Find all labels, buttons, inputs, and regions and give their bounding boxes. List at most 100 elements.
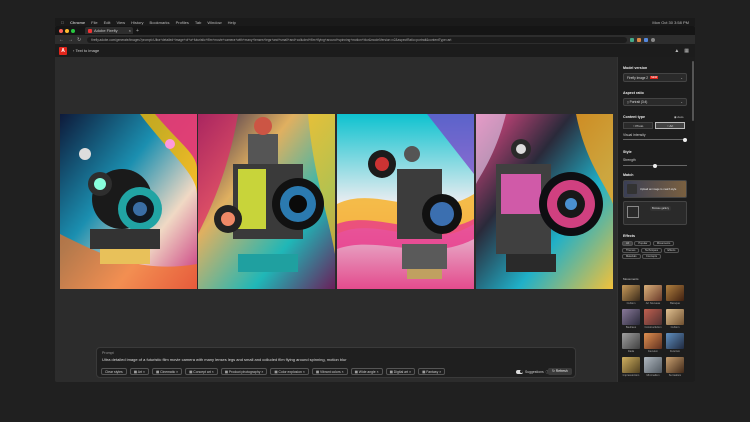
breadcrumb-label[interactable]: Text to image [75,48,99,53]
effect-thumb[interactable]: Futurism [666,333,684,353]
effect-thumb[interactable]: Bauhaus [622,309,640,329]
photo-option[interactable]: ○ Photo [623,122,653,129]
clear-styles-chip[interactable]: Clear styles [101,368,127,375]
menu-view[interactable]: View [116,20,125,25]
chip-label: Fantasy [426,370,439,374]
effect-thumb-label: Impressionism [622,374,640,377]
effect-thumb-image [666,333,684,349]
style-chip[interactable]: ▦ Art × [129,368,149,375]
chip-label: Cinematic [160,370,176,374]
effect-thumb[interactable]: Art Nouveau [644,285,662,305]
aspect-ratio-select[interactable]: ▯ Portrait (3:4) ⌄ [623,98,687,106]
suggestions-label: Suggestions [525,369,544,374]
profile-avatar[interactable] [651,37,656,42]
generated-image-2[interactable] [198,114,335,289]
back-icon[interactable]: ← [59,37,64,43]
effect-thumb[interactable]: Cubism [666,309,684,329]
extension-icon[interactable] [637,37,642,42]
photo-label: Photo [635,124,644,128]
url-input[interactable]: firefly.adobe.com/generate/images?prompt… [87,36,628,43]
effects-tab[interactable]: Techniques [640,247,662,253]
effect-thumb-label: Surrealism [668,374,682,377]
menu-chrome[interactable]: Chrome [70,20,85,25]
style-chip[interactable]: ▦ Fantasy × [418,368,446,375]
model-version-select[interactable]: Firefly Image 2 NEW ⌄ [623,73,687,82]
effect-thumb[interactable]: Minimalism [644,357,662,377]
generated-image-1[interactable] [60,114,197,289]
effects-tab[interactable]: Concepts [642,254,661,259]
extension-icon[interactable] [630,37,635,42]
close-window-button[interactable] [59,28,63,33]
prompt-input[interactable]: Ultra detailed image of a futuristic fil… [102,357,347,362]
zoom-window-button[interactable] [71,28,75,33]
match-upload-box[interactable]: Browse gallery [623,201,687,225]
minimize-window-button[interactable] [65,28,69,33]
menu-help[interactable]: Help [228,20,236,25]
menu-window[interactable]: Window [207,20,221,25]
prompt-bar: Prompt Ultra detailed image of a futuris… [96,347,576,378]
effects-tab[interactable]: Movements [652,241,675,246]
style-chip[interactable]: ▦ Vibrant colors × [311,368,348,375]
image-icon [627,184,637,194]
extension-icon[interactable] [644,37,649,42]
style-chip[interactable]: ▦ Cinematic × [151,368,183,375]
menubar-clock[interactable]: Mon Oct 30 3:58 PM [652,20,689,25]
effects-tab[interactable]: Effects [663,247,680,253]
effects-tab[interactable]: All [622,241,633,246]
forward-icon[interactable]: → [68,37,73,43]
share-icon[interactable]: ▲ [674,48,679,54]
generated-image-4[interactable] [476,114,613,289]
generated-image-3[interactable] [337,114,474,289]
style-chip[interactable]: ▦ Product photography × [220,368,268,375]
window-controls [59,28,75,33]
browser-tab[interactable]: Adobe Firefly × [85,27,133,34]
slider-handle[interactable] [683,137,687,142]
effect-thumb[interactable]: Fauvism [644,333,662,353]
new-tab-icon[interactable]: + [136,28,139,34]
browse-gallery-button[interactable]: Browse gallery [650,206,672,211]
style-chip[interactable]: ▦ Color explosion × [270,368,309,375]
effects-thumbnail-grid: Cubism Art Nouveau Baroque Bauhaus Const… [622,285,684,377]
match-preview[interactable]: Upload an image to match style [623,180,687,198]
style-chip[interactable]: ▦ Digital art × [385,368,416,375]
effect-thumb[interactable]: Constructivism [644,309,662,329]
strength-slider[interactable] [623,163,687,168]
effect-thumb-image [666,357,684,373]
effect-thumb-label: Cubism [670,326,680,329]
effect-thumb[interactable]: Baroque [666,285,684,305]
effect-thumb-image [622,333,640,349]
effect-thumb-image [644,333,662,349]
chip-label: Product photography [228,370,261,374]
effects-tab[interactable]: Themes [622,247,640,253]
visual-intensity-slider[interactable] [623,137,687,142]
style-chip[interactable]: ▦ Wide angle × [350,368,383,375]
reload-icon[interactable]: ↻ [77,37,81,43]
effect-thumb[interactable]: Impressionism [622,357,640,377]
art-option[interactable]: ○ Art [655,122,685,129]
refresh-button[interactable]: ↻ Refresh [548,368,572,375]
effect-thumb[interactable]: Dada [622,333,640,353]
menu-tab[interactable]: Tab [195,20,201,25]
apps-grid-icon[interactable]: ▦ [684,48,689,54]
style-chip[interactable]: ▦ Concept art × [185,368,218,375]
effects-tab[interactable]: Materials [622,254,641,259]
content-type-auto[interactable]: ◉ Auto [674,115,683,119]
apple-icon[interactable]:  [61,20,64,25]
menu-profiles[interactable]: Profiles [176,20,189,25]
movements-title: Movements [623,277,639,281]
menu-file[interactable]: File [91,20,97,25]
panel-scrollbar[interactable] [692,61,694,121]
close-tab-icon[interactable]: × [129,28,131,33]
suggestions-toggle[interactable]: Suggestions ⓘ [516,369,549,374]
effects-tab[interactable]: Popular [634,241,652,246]
menu-edit[interactable]: Edit [104,20,111,25]
chip-label: Wide angle [358,370,376,374]
visual-intensity-label: Visual intensity [623,133,646,137]
menu-history[interactable]: History [131,20,143,25]
adobe-logo-icon[interactable]: A [59,46,67,55]
slider-handle[interactable] [653,163,657,168]
effect-thumb[interactable]: Surrealism [666,357,684,377]
toggle-switch[interactable] [516,369,523,374]
menu-bookmarks[interactable]: Bookmarks [150,20,170,25]
effect-thumb[interactable]: Cubism [622,285,640,305]
